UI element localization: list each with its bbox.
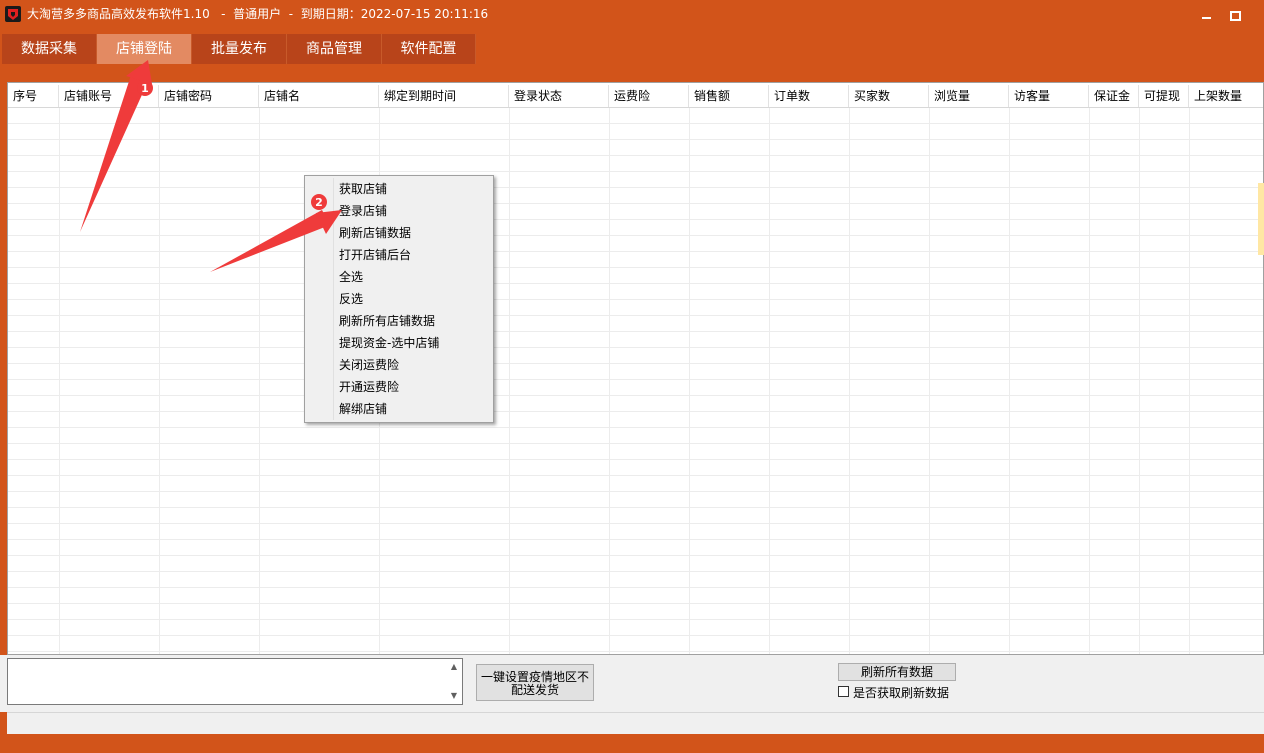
tab-product-management[interactable]: 商品管理 [287,34,382,64]
column-header[interactable]: 序号 [8,85,59,107]
column-header[interactable]: 保证金 [1089,85,1139,107]
checkbox-label: 是否获取刷新数据 [853,686,950,700]
column-divider [769,108,770,654]
column-header[interactable]: 浏览量 [929,85,1009,107]
log-textarea[interactable] [7,658,463,705]
column-divider [1139,108,1140,654]
column-divider [159,108,160,654]
column-divider [509,108,510,654]
window-title: 大淘营多多商品高效发布软件1.10 - 普通用户 - 到期日期：2022-07-… [27,7,489,21]
column-header[interactable]: 店铺账号 [59,85,159,107]
refresh-all-data-button[interactable]: 刷新所有数据 [838,663,956,681]
app-logo-icon [5,6,21,22]
menu-item-select-all[interactable]: 全选 [339,266,363,288]
column-divider [689,108,690,654]
column-divider [1009,108,1010,654]
tab-data-collection[interactable]: 数据采集 [2,34,97,64]
set-epidemic-area-button[interactable]: 一键设置疫情地区不 配送发货 [476,664,594,701]
scroll-up-icon[interactable]: ▲ [448,661,460,673]
button-label-line1: 一键设置疫情地区不 [480,670,589,684]
store-grid[interactable]: 序号 店铺账号 店铺密码 店铺名 绑定到期时间 登录状态 运费险 销售额 订单数… [7,82,1264,655]
title-bar: 大淘营多多商品高效发布软件1.10 - 普通用户 - 到期日期：2022-07-… [0,0,1264,30]
column-header[interactable]: 店铺密码 [159,85,259,107]
tab-software-config[interactable]: 软件配置 [382,34,476,64]
column-header[interactable]: 运费险 [609,85,689,107]
context-menu: 获取店铺 登录店铺 刷新店铺数据 打开店铺后台 全选 反选 刷新所有店铺数据 提… [304,175,494,423]
fetch-refresh-checkbox[interactable] [838,686,849,697]
minimize-icon[interactable] [1196,4,1218,24]
column-header[interactable]: 上架数量 [1189,85,1263,107]
menu-item-unbind-store[interactable]: 解绑店铺 [339,398,387,420]
column-divider [849,108,850,654]
menu-item-open-shipping-insurance[interactable]: 开通运费险 [339,376,399,398]
column-header[interactable]: 访客量 [1009,85,1089,107]
column-header[interactable]: 买家数 [849,85,929,107]
close-icon[interactable] [1241,4,1263,24]
column-header[interactable]: 绑定到期时间 [379,85,509,107]
menu-item-refresh-store-data[interactable]: 刷新店铺数据 [339,222,411,244]
menu-item-refresh-all-store-data[interactable]: 刷新所有店铺数据 [339,310,435,332]
scroll-down-icon[interactable]: ▼ [448,690,460,702]
menu-item-close-shipping-insurance[interactable]: 关闭运费险 [339,354,399,376]
column-divider [1089,108,1090,654]
menu-item-open-store-backend[interactable]: 打开店铺后台 [339,244,411,266]
grid-body[interactable] [8,108,1263,654]
button-label-line2: 配送发货 [510,683,559,697]
menu-gutter [333,178,334,420]
side-float-tab[interactable] [1258,183,1264,255]
column-header[interactable]: 销售额 [689,85,769,107]
column-header[interactable]: 店铺名 [259,85,379,107]
column-divider [1189,108,1190,654]
column-header[interactable]: 可提现 [1139,85,1189,107]
column-header[interactable]: 登录状态 [509,85,609,107]
column-divider [59,108,60,654]
grid-header: 序号 店铺账号 店铺密码 店铺名 绑定到期时间 登录状态 运费险 销售额 订单数… [8,85,1263,108]
tab-store-login[interactable]: 店铺登陆 [97,34,192,64]
menu-item-withdraw-funds[interactable]: 提现资金-选中店铺 [339,332,439,354]
column-header[interactable]: 订单数 [769,85,849,107]
column-divider [609,108,610,654]
tab-batch-publish[interactable]: 批量发布 [192,34,287,64]
menu-item-get-store[interactable]: 获取店铺 [339,178,387,200]
menu-item-login-store[interactable]: 登录店铺 [339,200,387,222]
column-divider [259,108,260,654]
column-divider [929,108,930,654]
menu-item-invert-selection[interactable]: 反选 [339,288,363,310]
bottom-panel: ▲ ▼ 一键设置疫情地区不 配送发货 刷新所有数据 是否获取刷新数据 [0,655,1264,712]
status-bar [7,712,1264,734]
